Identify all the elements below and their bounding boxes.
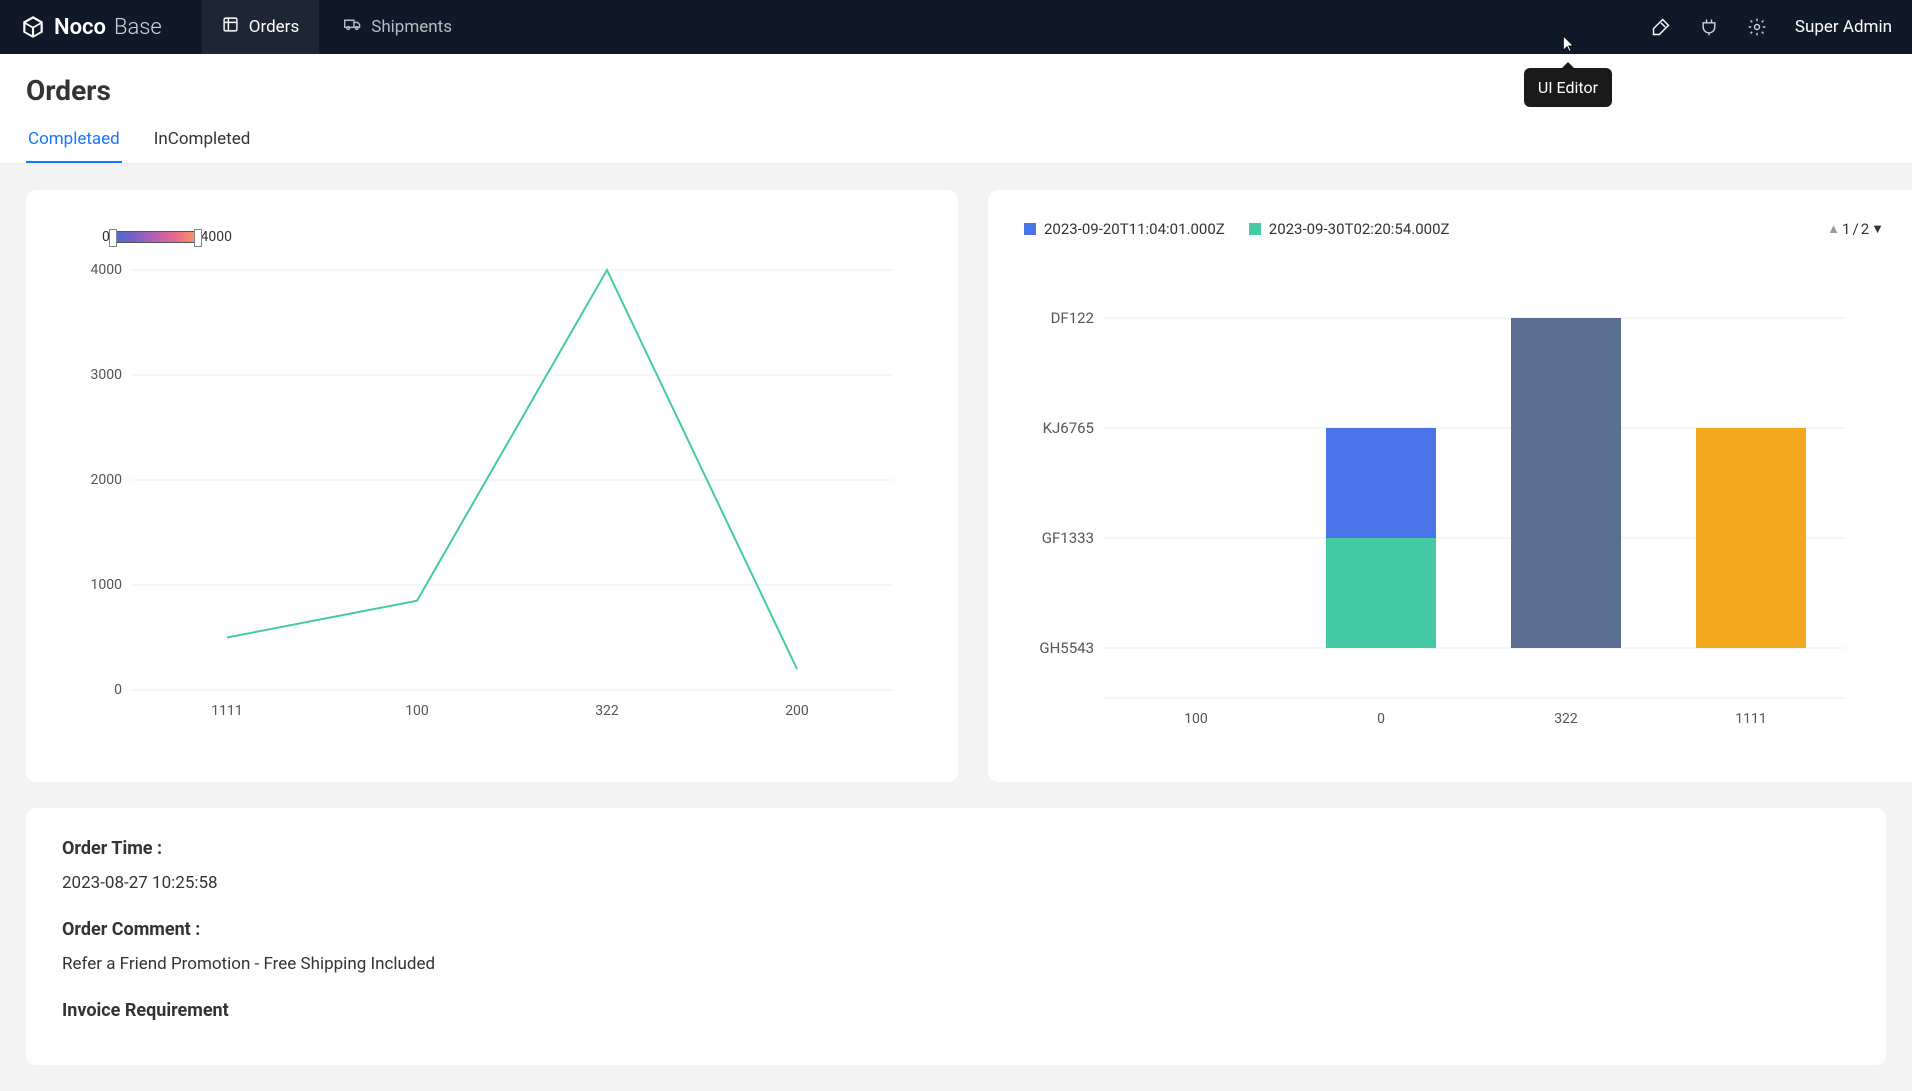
bar-chart-card: 2023-09-20T11:04:01.000Z 2023-09-30T02:2…: [988, 190, 1912, 782]
order-comment-value: Refer a Friend Promotion - Free Shipping…: [62, 954, 1850, 974]
nav-shipments[interactable]: Shipments: [324, 0, 472, 54]
bar-0-green: [1326, 538, 1436, 648]
tab-incompleted[interactable]: InCompleted: [152, 117, 253, 163]
svg-text:322: 322: [1554, 711, 1578, 727]
svg-text:DF122: DF122: [1051, 309, 1094, 327]
svg-text:GH5543: GH5543: [1039, 639, 1094, 657]
svg-text:GF1333: GF1333: [1042, 529, 1094, 547]
legend-item-2[interactable]: 2023-09-30T02:20:54.000Z: [1249, 220, 1450, 238]
table-icon: [222, 16, 239, 38]
svg-text:1000: 1000: [91, 577, 123, 593]
slider-handle-left[interactable]: [109, 229, 117, 247]
range-slider[interactable]: 0 4000: [102, 230, 232, 244]
nav-shipments-label: Shipments: [371, 17, 452, 37]
page-title: Orders: [0, 54, 1912, 117]
bar-1111: [1696, 428, 1806, 648]
svg-text:200: 200: [785, 703, 809, 719]
order-time-label: Order Time :: [62, 838, 1850, 859]
line-chart: 4000 3000 2000 1000 0 1111 100 322 200: [62, 220, 922, 750]
tooltip-ui-editor: UI Editor: [1524, 68, 1612, 107]
brand-logo[interactable]: Noco Base: [20, 14, 162, 40]
bar-0-blue: [1326, 428, 1436, 538]
legend-item-1[interactable]: 2023-09-20T11:04:01.000Z: [1024, 220, 1225, 238]
page-tabs: Completaed InCompleted: [0, 117, 1912, 163]
svg-text:4000: 4000: [91, 262, 123, 278]
svg-text:0: 0: [1377, 711, 1385, 727]
page-content: 0 4000 4000: [0, 164, 1912, 1091]
svg-text:322: 322: [595, 703, 619, 719]
svg-text:0: 0: [114, 682, 122, 698]
legend-swatch-green: [1249, 223, 1261, 235]
bar-chart-legend: 2023-09-20T11:04:01.000Z 2023-09-30T02:2…: [1024, 220, 1884, 238]
svg-text:KJ6765: KJ6765: [1043, 419, 1094, 437]
plugin-icon[interactable]: [1699, 17, 1719, 37]
brand-name-main: Noco: [54, 15, 106, 40]
primary-nav: Orders Shipments: [202, 0, 472, 54]
page-header: Orders Completaed InCompleted: [0, 54, 1912, 164]
order-time-value: 2023-08-27 10:25:58: [62, 873, 1850, 893]
svg-text:2000: 2000: [91, 472, 123, 488]
nav-orders-label: Orders: [249, 17, 299, 37]
ui-editor-icon[interactable]: [1651, 17, 1671, 37]
svg-text:3000: 3000: [91, 367, 123, 383]
bar-chart: DF122 KJ6765 GF1333 GH5543 100 0 322 111…: [1024, 248, 1884, 748]
tab-completed[interactable]: Completaed: [26, 117, 122, 163]
order-comment-label: Order Comment :: [62, 919, 1850, 940]
svg-text:100: 100: [1184, 711, 1208, 727]
legend-label-1: 2023-09-20T11:04:01.000Z: [1044, 220, 1225, 238]
truck-icon: [344, 16, 361, 38]
slider-handle-right[interactable]: [194, 229, 202, 247]
charts-row: 0 4000 4000: [26, 190, 1886, 782]
legend-label-2: 2023-09-30T02:20:54.000Z: [1269, 220, 1450, 238]
header-actions: Super Admin: [1651, 17, 1892, 37]
slider-bar[interactable]: [112, 231, 199, 243]
user-menu[interactable]: Super Admin: [1795, 17, 1892, 37]
svg-text:1111: 1111: [211, 703, 242, 719]
svg-text:1111: 1111: [1735, 711, 1766, 727]
invoice-req-label: Invoice Requirement: [62, 1000, 1850, 1021]
bar-322: [1511, 318, 1621, 648]
pager-total: 2: [1861, 220, 1869, 238]
pager-current: 1: [1842, 220, 1850, 238]
chart-pager: ▲ 1/2 ▼: [1827, 220, 1884, 238]
settings-icon[interactable]: [1747, 17, 1767, 37]
pager-next[interactable]: ▼: [1871, 221, 1884, 237]
app-header: NocoBase Orders Shipments Super Admin UI…: [0, 0, 1912, 54]
legend-swatch-blue: [1024, 223, 1036, 235]
pager-prev[interactable]: ▲: [1827, 221, 1840, 237]
slider-max: 4000: [201, 229, 232, 245]
order-details-card: Order Time : 2023-08-27 10:25:58 Order C…: [26, 808, 1886, 1065]
svg-text:100: 100: [405, 703, 429, 719]
cube-icon: [20, 14, 46, 40]
line-chart-card: 0 4000 4000: [26, 190, 958, 782]
brand-name-sub: Base: [114, 15, 162, 40]
nav-orders[interactable]: Orders: [202, 0, 319, 54]
line-series: [227, 270, 797, 669]
